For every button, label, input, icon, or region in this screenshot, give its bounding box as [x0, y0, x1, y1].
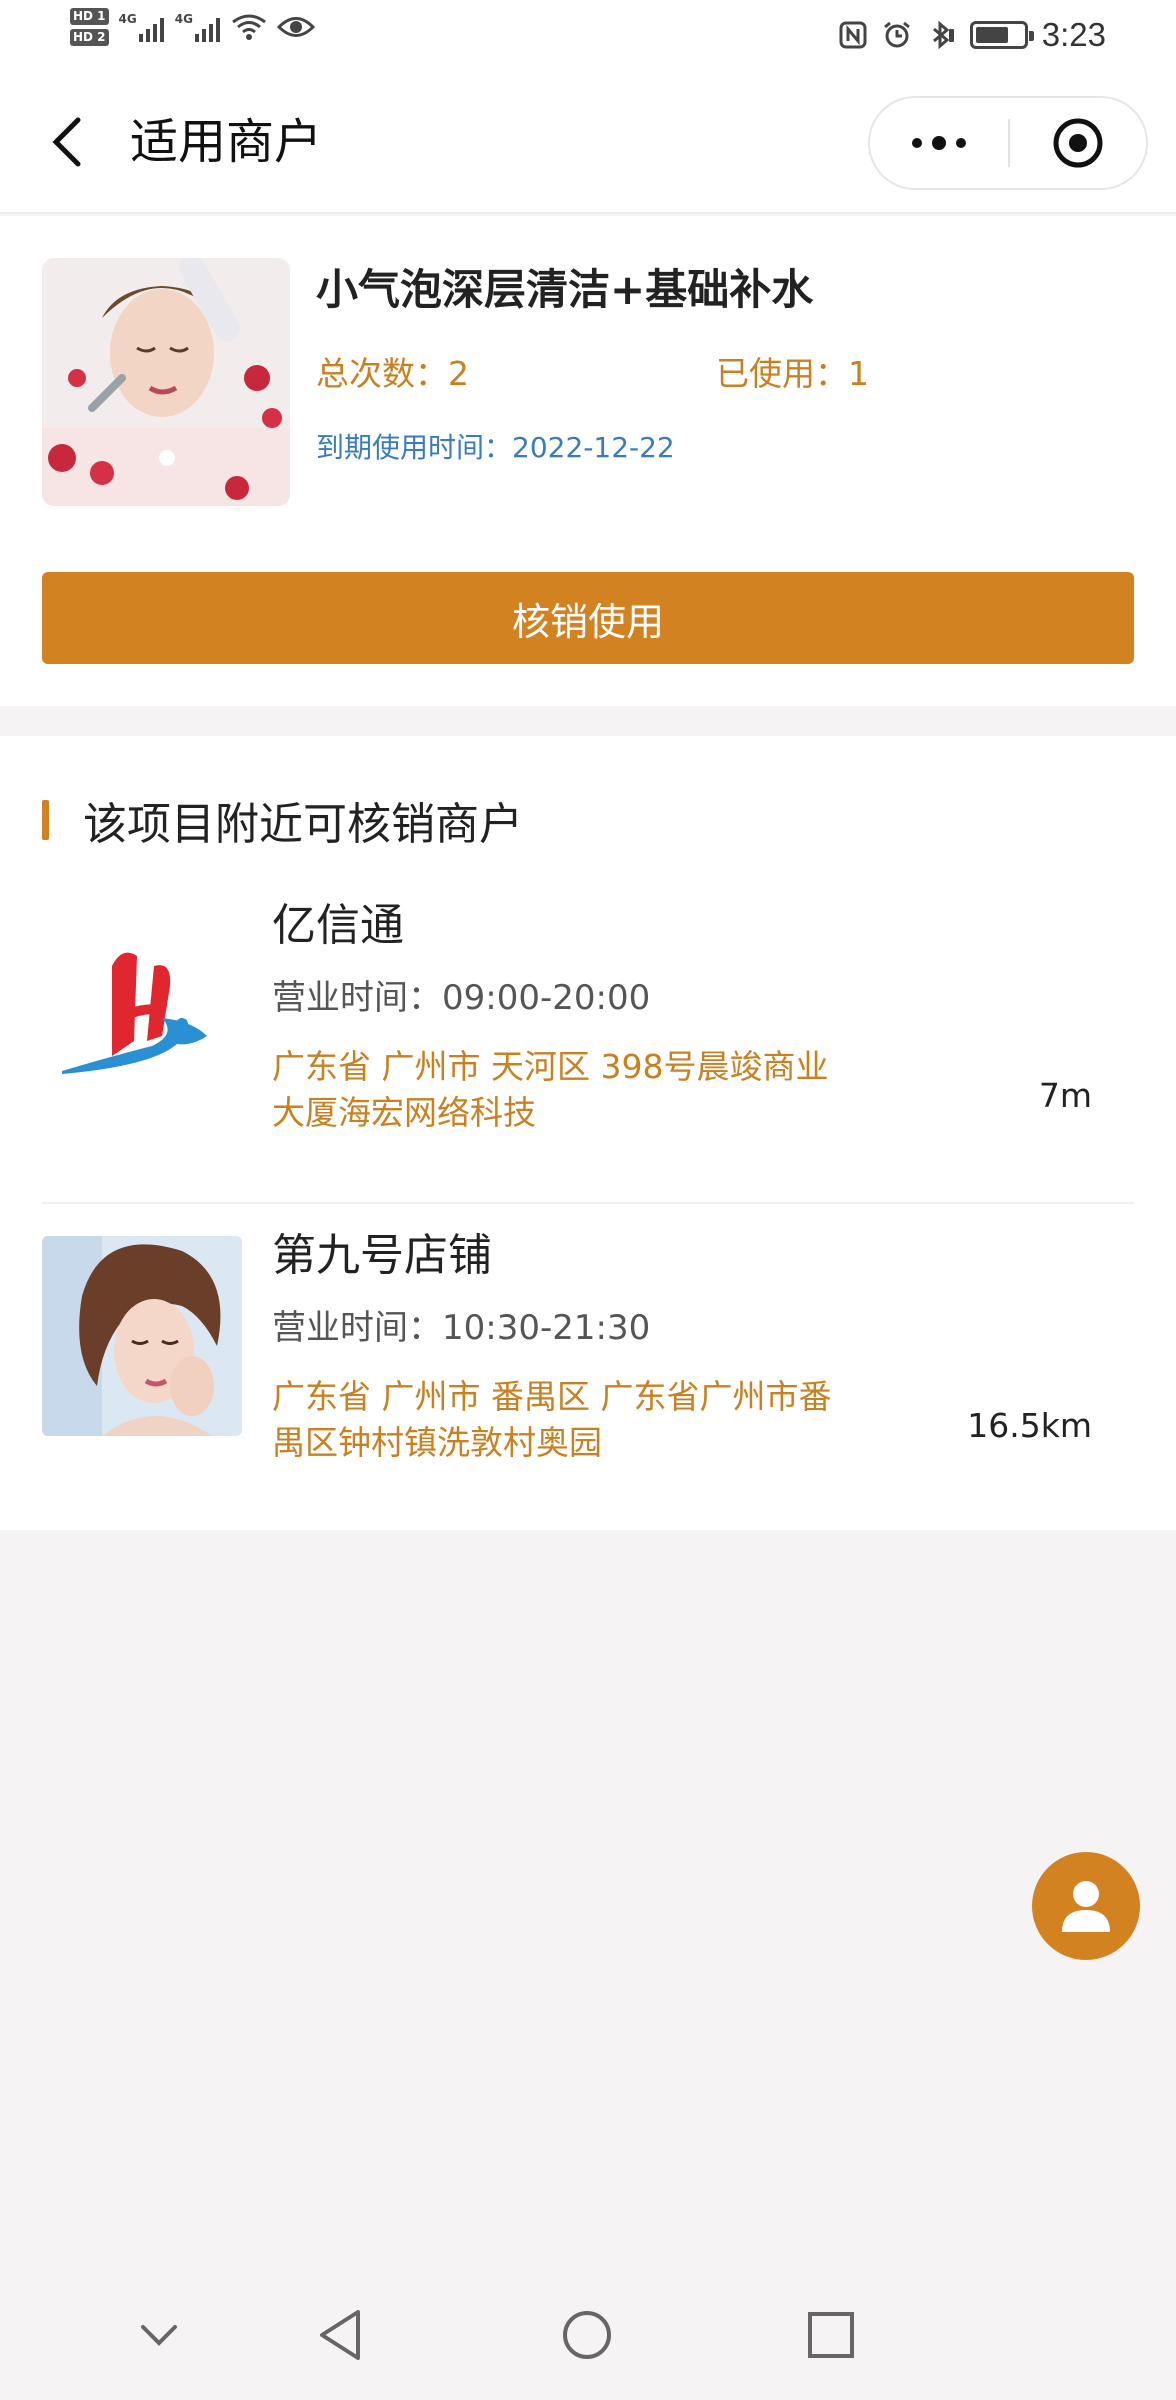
section-header: 该项目附近可核销商户	[42, 790, 523, 850]
recents-square-icon	[808, 2312, 854, 2358]
more-dots-icon	[912, 136, 966, 150]
status-right: 3:23	[838, 16, 1106, 54]
product-title: 小气泡深层清洁+基础补水	[316, 265, 814, 314]
status-bar: HD 1 HD 2 4G 4G 3:23	[0, 0, 1176, 72]
system-home-button[interactable]	[552, 2300, 622, 2370]
hd-indicators: HD 1 HD 2	[70, 8, 109, 46]
merchant-hours: 营业时间：10:30-21:30	[272, 1308, 651, 1348]
redeem-button[interactable]: 核销使用	[42, 572, 1134, 664]
merchant-name: 亿信通	[272, 900, 404, 951]
product-card: 小气泡深层清洁+基础补水 总次数：2 已使用：1 到期使用时间：2022-12-…	[0, 216, 1176, 706]
user-center-button[interactable]	[1032, 1852, 1140, 1960]
hd2-indicator: HD 2	[70, 29, 109, 46]
collapse-icon	[141, 2325, 177, 2346]
nav-bar: 适用商户	[0, 72, 1176, 214]
product-image	[42, 258, 290, 506]
collapse-button[interactable]	[124, 2300, 194, 2370]
merchant-divider	[42, 1202, 1134, 1204]
merchant-hours: 营业时间：09:00-20:00	[272, 978, 651, 1018]
merchant-distance: 7m	[1038, 1076, 1092, 1115]
eye-icon	[276, 17, 315, 37]
back-button[interactable]	[36, 110, 96, 174]
mini-program-close-icon	[1053, 118, 1103, 168]
system-back-button[interactable]	[306, 2300, 376, 2370]
more-button[interactable]	[870, 98, 1008, 188]
status-time: 3:23	[1041, 16, 1106, 53]
battery-icon	[969, 21, 1034, 49]
alarm-icon	[883, 21, 910, 48]
signal1-icon: 4G	[119, 12, 167, 42]
section-title: 该项目附近可核销商户	[83, 799, 523, 850]
wifi-icon	[232, 14, 266, 40]
merchant-address: 广东省 广州市 天河区 398号晨竣商业 大厦海宏网络科技	[272, 1047, 829, 1132]
bluetooth-icon	[932, 20, 954, 50]
user-icon	[1062, 1881, 1110, 1932]
back-triangle-icon	[320, 2310, 360, 2360]
mini-program-capsule	[868, 96, 1148, 190]
close-button[interactable]	[1010, 98, 1146, 188]
expire-date: 到期使用时间：2022-12-22	[316, 431, 675, 464]
home-circle-icon	[563, 2311, 611, 2359]
chevron-left-icon	[52, 117, 81, 167]
merchant-item[interactable]: 亿信通 营业时间：09:00-20:00 广东省 广州市 天河区 398号晨竣商…	[42, 896, 1134, 1136]
page-title: 适用商户	[130, 114, 323, 170]
store-portrait-photo	[42, 1236, 242, 1436]
total-count: 总次数：2	[316, 354, 469, 393]
signal2-icon: 4G	[175, 12, 223, 42]
used-count: 已使用：1	[716, 354, 869, 393]
nfc-icon	[839, 21, 867, 49]
merchant-section: 该项目附近可核销商户 亿信通 营业时间：09:00-20:00 广东省 广州市 …	[0, 736, 1176, 1530]
system-nav-bar	[0, 2270, 1176, 2400]
hd1-indicator: HD 1	[70, 8, 109, 25]
sail-wave-logo	[42, 906, 242, 1106]
merchant-address: 广东省 广州市 番禺区 广东省广州市番 禺区钟村镇洗敦村奥园	[272, 1377, 832, 1462]
merchant-distance: 16.5km	[967, 1406, 1092, 1445]
merchant-name: 第九号店铺	[272, 1230, 492, 1281]
status-left: HD 1 HD 2 4G 4G	[70, 8, 315, 46]
system-recents-button[interactable]	[796, 2300, 866, 2370]
section-accent-bar	[42, 800, 49, 840]
merchant-item[interactable]: 第九号店铺 营业时间：10:30-21:30 广东省 广州市 番禺区 广东省广州…	[42, 1226, 1134, 1466]
